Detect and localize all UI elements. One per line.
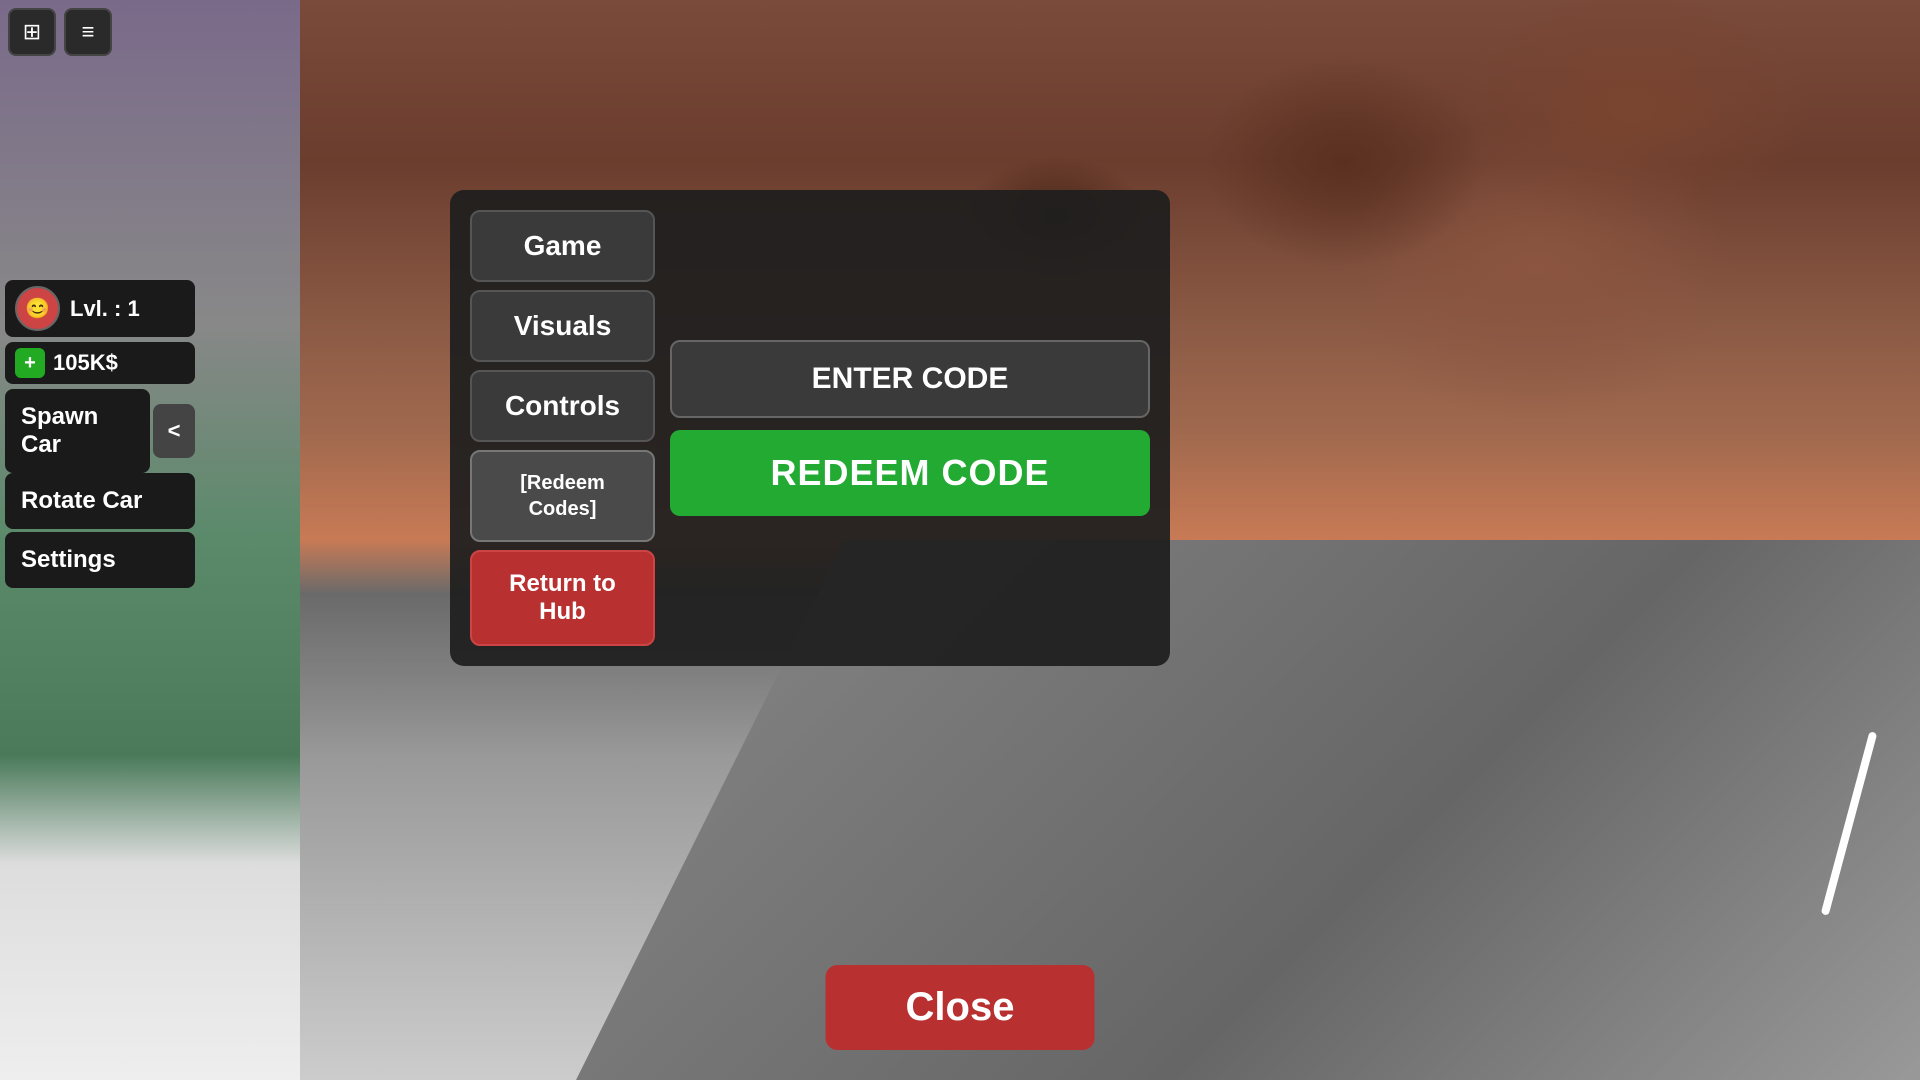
tab-nav: Game Visuals Controls [RedeemCodes] Retu… <box>470 210 655 646</box>
tab-visuals[interactable]: Visuals <box>470 290 655 362</box>
tab-redeem-codes[interactable]: [RedeemCodes] <box>470 450 655 542</box>
redeem-codes-panel: ENTER CODE REDEEM CODE <box>670 210 1150 646</box>
tab-controls[interactable]: Controls <box>470 370 655 442</box>
settings-modal: Game Visuals Controls [RedeemCodes] Retu… <box>450 190 1170 666</box>
code-input-display[interactable]: ENTER CODE <box>670 340 1150 418</box>
close-button[interactable]: Close <box>826 965 1095 1050</box>
modal-overlay: Game Visuals Controls [RedeemCodes] Retu… <box>0 0 1920 1080</box>
return-to-hub-button[interactable]: Return to Hub <box>470 550 655 646</box>
redeem-code-button[interactable]: REDEEM CODE <box>670 430 1150 516</box>
tab-game[interactable]: Game <box>470 210 655 282</box>
